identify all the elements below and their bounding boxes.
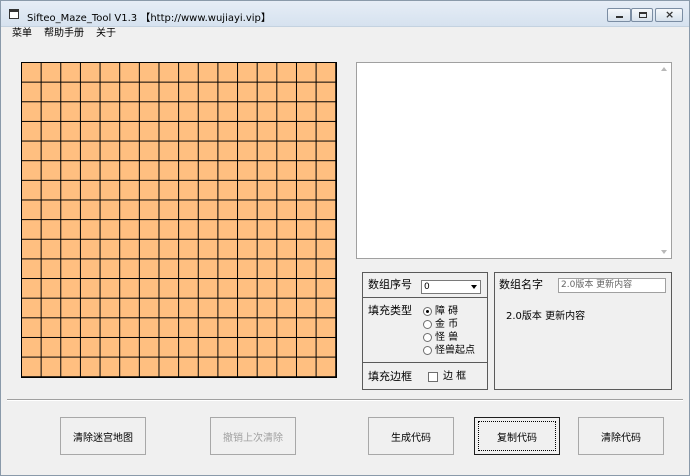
radio-indicator[interactable] <box>423 346 432 355</box>
array-name-body-text: 2.0版本 更新内容 <box>506 311 586 322</box>
fill-border-label: 填充边框 <box>368 370 412 383</box>
dropdown-arrow-icon[interactable] <box>471 285 477 289</box>
menu-main[interactable]: 菜单 <box>12 27 32 40</box>
title-bar[interactable]: Sifteo_Maze_Tool V1.3 【http://www.wujiay… <box>1 1 689 27</box>
app-icon[interactable] <box>9 9 19 19</box>
close-button[interactable]: × <box>655 8 683 22</box>
app-window: Sifteo_Maze_Tool V1.3 【http://www.wujiay… <box>0 0 690 476</box>
radio-indicator[interactable] <box>423 320 432 329</box>
radio-coin-label: 金 币 <box>435 319 459 330</box>
array-index-select[interactable]: 0 <box>421 280 481 294</box>
array-index-value: 0 <box>424 282 430 292</box>
menu-help[interactable]: 帮助手册 <box>44 27 84 40</box>
window-title: Sifteo_Maze_Tool V1.3 【http://www.wujiay… <box>27 13 271 24</box>
menu-bar: 菜单 帮助手册 关于 <box>1 27 689 41</box>
radio-monster-start-label: 怪兽起点 <box>435 345 475 356</box>
maze-grid[interactable] <box>21 62 337 378</box>
vertical-scrollbar[interactable] <box>657 63 671 258</box>
array-index-label: 数组序号 <box>368 278 412 291</box>
menu-about[interactable]: 关于 <box>96 27 116 40</box>
minimize-icon <box>616 16 623 18</box>
radio-indicator[interactable] <box>423 307 432 316</box>
border-checkbox-label[interactable]: 边 框 <box>443 370 466 384</box>
code-output-textarea[interactable] <box>356 62 672 259</box>
clear-maze-button[interactable]: 清除迷宫地图 <box>60 417 146 455</box>
clear-code-button[interactable]: 清除代码 <box>578 417 664 455</box>
scroll-up-icon[interactable] <box>661 67 667 71</box>
generate-code-button[interactable]: 生成代码 <box>368 417 454 455</box>
radio-indicator[interactable] <box>423 333 432 342</box>
array-name-input[interactable]: 2.0版本 更新内容 <box>558 278 666 293</box>
radio-obstacle-label: 障 碍 <box>435 306 459 317</box>
radio-monster-label: 怪 兽 <box>435 332 459 343</box>
array-name-label: 数组名字 <box>499 278 543 291</box>
undo-clear-button[interactable]: 撤销上次清除 <box>210 417 296 455</box>
maximize-icon <box>639 12 647 18</box>
border-checkbox[interactable] <box>428 372 438 382</box>
minimize-button[interactable] <box>607 8 631 22</box>
scroll-down-icon[interactable] <box>661 250 667 254</box>
divider <box>7 399 683 401</box>
fill-type-label: 填充类型 <box>368 304 412 317</box>
copy-code-button[interactable]: 复制代码 <box>474 417 560 455</box>
maximize-button[interactable] <box>631 8 653 22</box>
close-icon: × <box>665 8 675 21</box>
